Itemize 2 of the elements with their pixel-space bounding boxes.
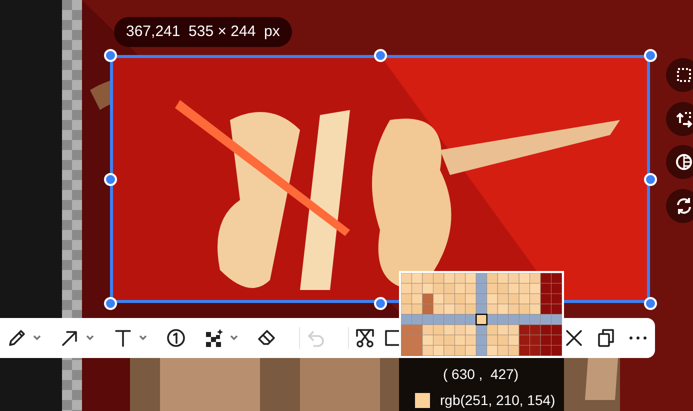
pencil-icon [6,327,28,349]
caret-icon [32,333,42,343]
